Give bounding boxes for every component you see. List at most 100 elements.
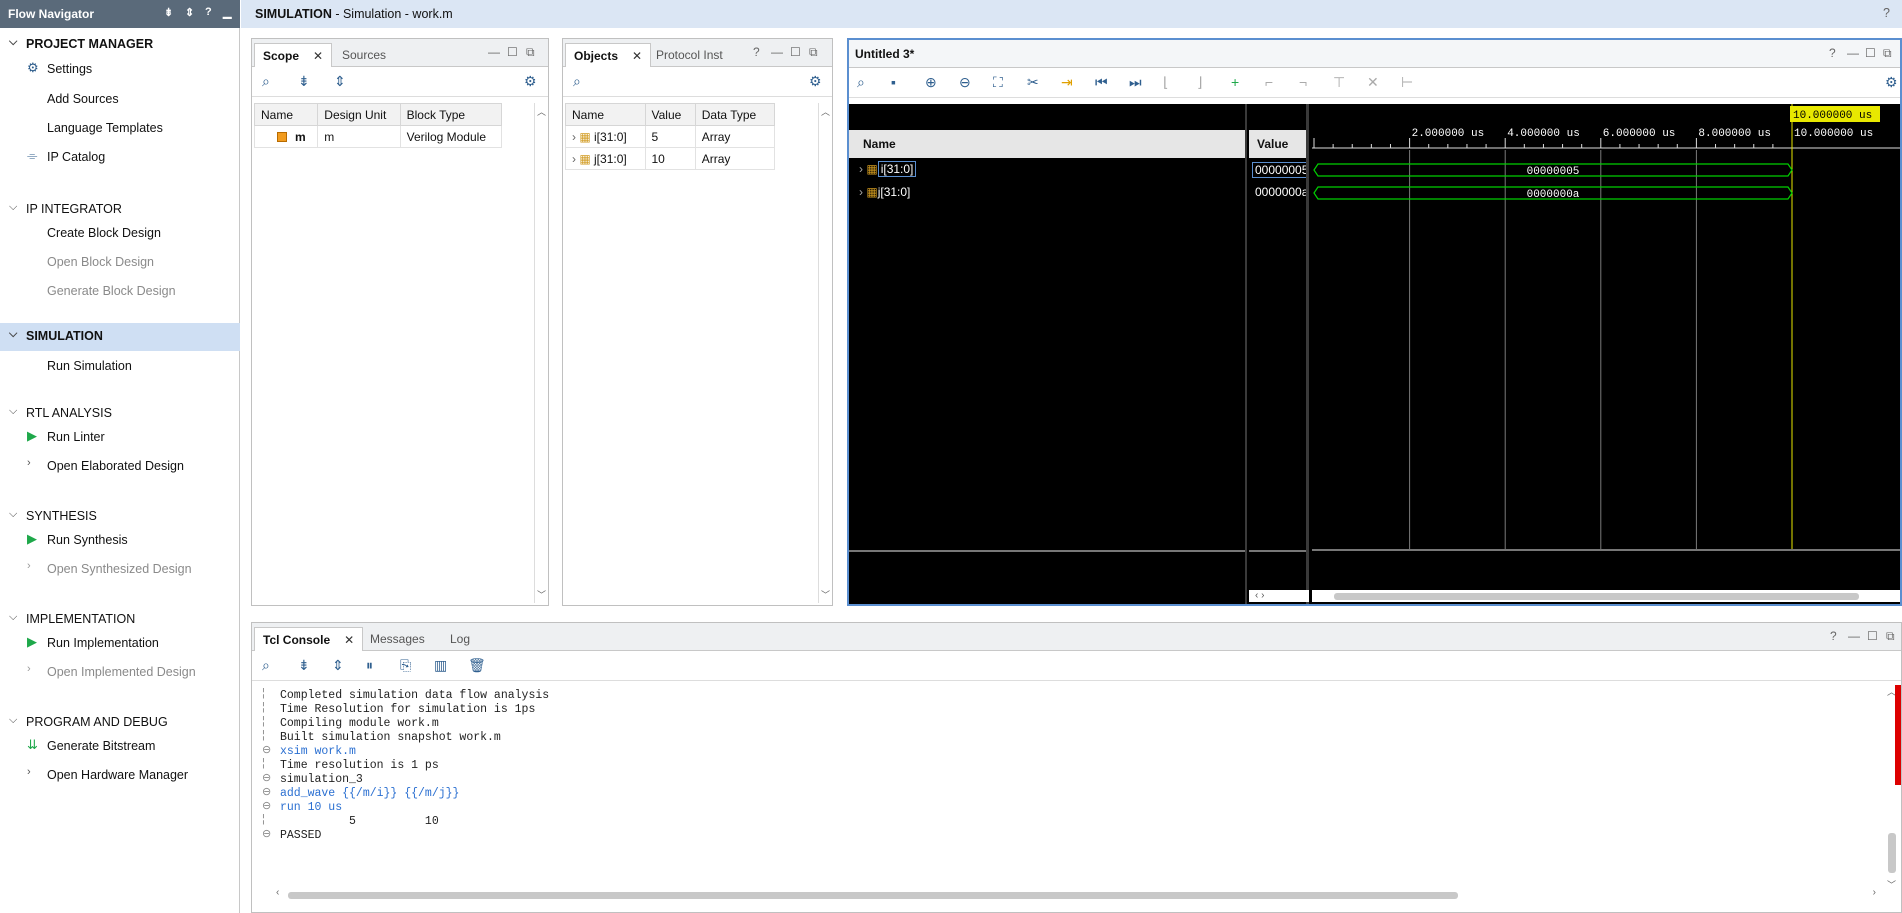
- swap-cursors-icon[interactable]: ⊤: [1333, 74, 1345, 91]
- section-ip-integrator[interactable]: ⌵ IP INTEGRATOR: [0, 196, 240, 222]
- collapse-all-icon[interactable]: ⇟: [298, 73, 310, 90]
- copy-icon[interactable]: ⎘: [400, 657, 411, 674]
- minimize-icon[interactable]: —: [488, 45, 500, 59]
- section-simulation[interactable]: ⌵ SIMULATION: [0, 323, 240, 351]
- column-header[interactable]: Name: [565, 103, 646, 126]
- column-header[interactable]: Name: [253, 103, 319, 126]
- help-icon[interactable]: ?: [1883, 6, 1890, 20]
- value-header[interactable]: Value: [1249, 130, 1306, 158]
- float-icon[interactable]: ⧉: [1883, 46, 1892, 61]
- tab-sources[interactable]: Sources: [334, 43, 394, 67]
- scroll-up-icon[interactable]: ︿: [821, 105, 830, 118]
- nav-item-run-simulation[interactable]: Run Simulation: [0, 353, 240, 379]
- maximize-icon[interactable]: ☐: [1865, 46, 1876, 60]
- column-header[interactable]: Design Unit: [317, 103, 401, 126]
- gear-icon[interactable]: ⚙: [1885, 74, 1898, 91]
- minimize-icon[interactable]: —: [771, 45, 783, 59]
- search-icon[interactable]: ⌕: [262, 73, 270, 90]
- search-icon[interactable]: ⌕: [573, 73, 581, 90]
- tab-scope[interactable]: Scope ✕: [254, 43, 333, 67]
- column-header[interactable]: Block Type: [399, 103, 503, 126]
- tab-protocol-inst[interactable]: Protocol Inst: [648, 43, 731, 67]
- value-scroll[interactable]: ‹ ›: [1249, 590, 1309, 602]
- minimize-icon[interactable]: —: [1847, 46, 1859, 60]
- collapse-all-icon[interactable]: ⇟: [164, 6, 173, 19]
- expand-all-icon[interactable]: ⇕: [185, 6, 194, 19]
- collapse-all-icon[interactable]: ⇟: [298, 657, 310, 674]
- scrollbar[interactable]: ︿ ﹀: [818, 103, 832, 603]
- pause-icon[interactable]: ⏸: [366, 657, 373, 674]
- float-icon[interactable]: ⧉: [809, 45, 818, 60]
- tab-messages[interactable]: Messages: [362, 627, 433, 651]
- nav-item-settings[interactable]: ⚙ Settings: [0, 56, 240, 82]
- horizontal-scrollbar[interactable]: [1312, 590, 1900, 602]
- section-program-debug[interactable]: ⌵ PROGRAM AND DEBUG: [0, 709, 240, 735]
- float-icon[interactable]: ⧉: [1886, 629, 1895, 644]
- scroll-thumb[interactable]: [1334, 593, 1859, 600]
- nav-item-add-sources[interactable]: Add Sources: [0, 86, 240, 112]
- nav-item-create-block-design[interactable]: Create Block Design: [0, 220, 240, 246]
- tab-log[interactable]: Log: [442, 627, 478, 651]
- section-synthesis[interactable]: ⌵ SYNTHESIS: [0, 503, 240, 529]
- go-to-end-icon[interactable]: ⏭: [1129, 74, 1142, 91]
- nav-item-open-elaborated-design[interactable]: › Open Elaborated Design: [0, 453, 240, 479]
- nav-item-run-synthesis[interactable]: ▶ Run Synthesis: [0, 527, 240, 553]
- minimize-icon[interactable]: ▁: [223, 6, 231, 19]
- column-header[interactable]: Data Type: [694, 103, 776, 126]
- columns-icon[interactable]: ▥: [434, 657, 447, 674]
- section-rtl-analysis[interactable]: ⌵ RTL ANALYSIS: [0, 400, 240, 426]
- float-icon[interactable]: ⧉: [526, 45, 535, 60]
- gear-icon[interactable]: ⚙: [809, 73, 822, 90]
- help-icon[interactable]: ?: [753, 45, 760, 59]
- name-header[interactable]: Name: [849, 130, 1245, 158]
- previous-transition-icon[interactable]: ⌊: [1163, 74, 1168, 91]
- cursor-snap-icon[interactable]: ✂: [1027, 74, 1039, 91]
- maximize-icon[interactable]: ☐: [790, 45, 801, 59]
- nav-item-run-implementation[interactable]: ▶ Run Implementation: [0, 630, 240, 656]
- close-icon[interactable]: ✕: [313, 49, 323, 63]
- column-header[interactable]: Value: [644, 103, 696, 126]
- scroll-down-icon[interactable]: ﹀: [821, 588, 830, 601]
- maximize-icon[interactable]: ☐: [1867, 629, 1878, 643]
- table-row[interactable]: › ▦ i[31:0] 5 Array: [565, 125, 776, 148]
- expand-all-icon[interactable]: ⇕: [334, 73, 346, 90]
- add-marker-icon[interactable]: +: [1231, 74, 1239, 90]
- nav-item-language-templates[interactable]: Language Templates: [0, 115, 240, 141]
- expand-all-icon[interactable]: ⇕: [332, 657, 344, 674]
- scroll-thumb[interactable]: [288, 892, 1458, 899]
- fixed-cursor-icon[interactable]: ⊢: [1401, 74, 1413, 91]
- scroll-up-icon[interactable]: ︿: [537, 105, 546, 118]
- scroll-right-icon[interactable]: ›: [1873, 887, 1876, 898]
- scroll-down-icon[interactable]: ﹀: [537, 588, 546, 601]
- previous-marker-icon[interactable]: ⌐: [1265, 74, 1273, 90]
- minimize-icon[interactable]: —: [1848, 629, 1860, 643]
- wave-signal-j[interactable]: › ▦j[31:0]: [859, 185, 910, 199]
- gear-icon[interactable]: ⚙: [524, 73, 537, 90]
- console-output[interactable]: Completed simulation data flow analysis ¦…: [252, 685, 1872, 895]
- search-icon[interactable]: ⌕: [262, 657, 270, 674]
- section-project-manager[interactable]: ⌵ PROJECT MANAGER: [0, 31, 240, 57]
- delete-marker-icon[interactable]: ✕: [1367, 74, 1379, 91]
- tab-tcl-console[interactable]: Tcl Console ✕: [254, 627, 364, 651]
- next-transition-icon[interactable]: ⌋: [1197, 74, 1202, 91]
- help-icon[interactable]: ?: [1829, 46, 1836, 60]
- nav-item-open-hardware-manager[interactable]: › Open Hardware Manager: [0, 762, 240, 788]
- go-to-cursor-icon[interactable]: ⇥: [1061, 74, 1073, 91]
- section-implementation[interactable]: ⌵ IMPLEMENTATION: [0, 606, 240, 632]
- nav-item-run-linter[interactable]: ▶ Run Linter: [0, 424, 240, 450]
- console-hscrollbar[interactable]: ‹ ›: [276, 887, 1876, 901]
- wave-signal-i[interactable]: › ▦ i[31:0]: [859, 161, 917, 177]
- table-row[interactable]: m m Verilog Module: [253, 125, 503, 148]
- nav-item-ip-catalog[interactable]: ⌯ IP Catalog: [0, 144, 240, 170]
- scroll-down-icon[interactable]: ﹀: [1887, 878, 1896, 891]
- tab-objects[interactable]: Objects ✕: [565, 43, 652, 67]
- delete-icon[interactable]: 🗑: [468, 657, 486, 674]
- close-icon[interactable]: ✕: [632, 49, 642, 63]
- help-icon[interactable]: ?: [1830, 629, 1837, 643]
- maximize-icon[interactable]: ☐: [507, 45, 518, 59]
- close-icon[interactable]: ✕: [344, 633, 354, 647]
- search-icon[interactable]: ⌕: [857, 74, 865, 91]
- table-row[interactable]: › ▦ j[31:0] 10 Array: [565, 147, 776, 170]
- zoom-in-icon[interactable]: ⊕: [925, 74, 937, 91]
- scrollbar[interactable]: ︿ ﹀: [534, 103, 548, 603]
